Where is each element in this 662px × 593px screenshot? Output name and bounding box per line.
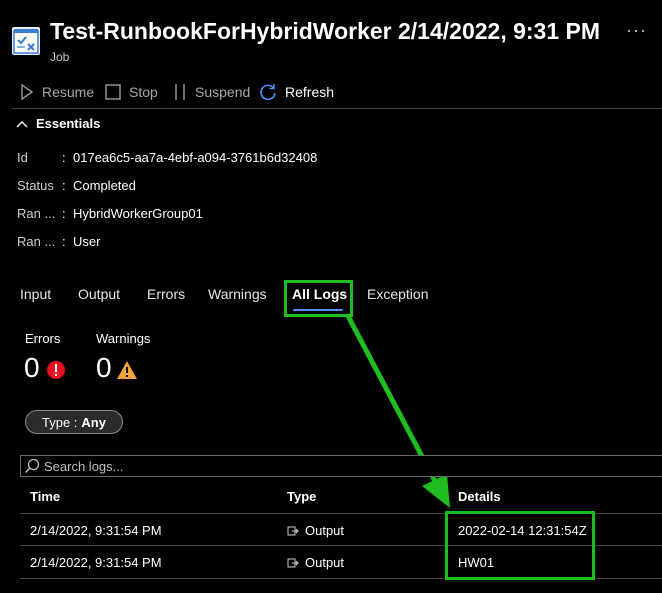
cell-type-label: Output <box>305 555 345 570</box>
error-icon <box>47 361 65 379</box>
cell-time: 2/14/2022, 9:31:54 PM <box>30 523 162 538</box>
cell-type-label: Output <box>305 523 345 538</box>
cell-time: 2/14/2022, 9:31:54 PM <box>30 555 162 570</box>
errors-count-value: 0 <box>24 352 40 383</box>
output-icon <box>287 558 299 567</box>
column-header-details[interactable]: Details <box>458 489 501 504</box>
column-header-type[interactable]: Type <box>287 489 316 504</box>
errors-count-label: Errors <box>25 331 61 346</box>
annotation-arrow <box>345 314 450 508</box>
cell-type: Output <box>287 555 344 570</box>
cell-type: Output <box>287 523 344 538</box>
output-icon <box>287 526 299 535</box>
warnings-count-value: 0 <box>96 352 112 383</box>
type-filter-value: Any <box>81 414 106 430</box>
warnings-count-label: Warnings <box>96 331 151 346</box>
search-input[interactable] <box>40 457 646 475</box>
details-highlight-box <box>445 511 595 580</box>
warning-icon <box>117 361 137 379</box>
search-icon <box>24 458 40 474</box>
type-filter-pill[interactable]: Type : Any <box>25 410 123 434</box>
column-header-time[interactable]: Time <box>30 489 60 504</box>
type-filter-prefix: Type : <box>42 414 78 430</box>
search-box <box>20 455 662 477</box>
